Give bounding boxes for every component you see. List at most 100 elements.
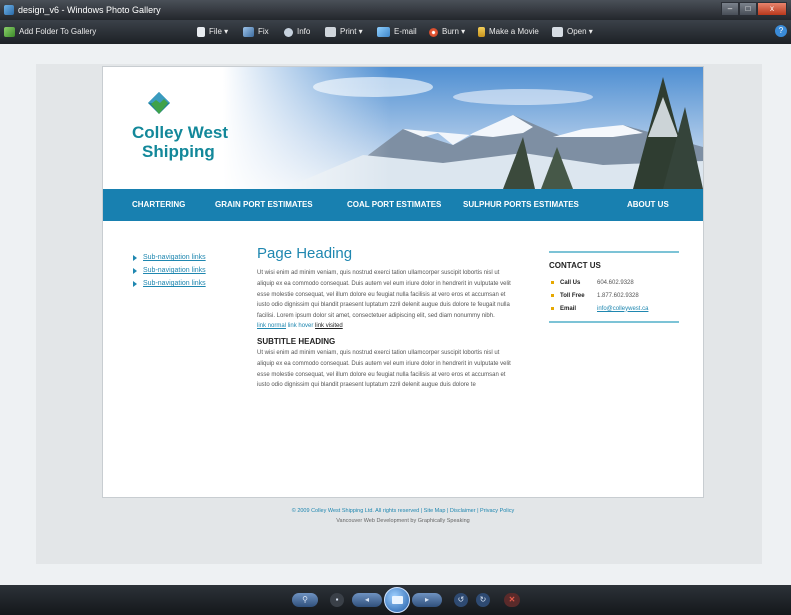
open-label: Open ▾: [567, 27, 593, 36]
site-footer: © 2009 Colley West Shipping Ltd. All rig…: [102, 506, 704, 526]
subnav-link[interactable]: Sub-navigation links: [133, 277, 206, 290]
title-bar: design_v6 - Windows Photo Gallery – □ x: [0, 0, 791, 20]
minimize-button[interactable]: –: [721, 2, 739, 16]
contact-title: CONTACT US: [549, 261, 601, 270]
file-menu-button[interactable]: File ▾: [197, 26, 228, 38]
burn-menu-button[interactable]: Burn ▾: [429, 26, 465, 38]
gallery-toolbar: Add Folder To Gallery File ▾ Fix Info Pr…: [0, 20, 791, 44]
contact-box: CONTACT US Call Us 604.602.9328 Toll Fre…: [549, 251, 679, 323]
triangle-bullet-icon: [133, 254, 137, 261]
fix-icon: [243, 27, 254, 37]
contact-value: 604.602.9328: [597, 279, 634, 286]
contact-row-phone: Call Us 604.602.9328: [549, 276, 679, 289]
slideshow-icon: [392, 596, 403, 604]
company-logo-text: Colley West Shipping: [132, 123, 228, 161]
print-label: Print ▾: [340, 27, 363, 36]
nav-grain-port-estimates[interactable]: GRAIN PORT ESTIMATES: [215, 200, 313, 209]
mountain-photo-banner: [223, 67, 703, 189]
maximize-button[interactable]: □: [739, 2, 757, 16]
zoom-button[interactable]: ⚲: [292, 593, 318, 607]
contact-row-tollfree: Toll Free 1.877.602.9328: [549, 289, 679, 302]
add-folder-button[interactable]: Add Folder To Gallery: [4, 26, 96, 38]
photo-website-mockup: Colley West Shipping CHARTERING GRAIN PO…: [102, 66, 704, 498]
email-link[interactable]: info@colleywest.ca: [597, 306, 648, 312]
info-icon: [284, 27, 293, 37]
triangle-bullet-icon: [133, 280, 137, 287]
footer-credit: Vancouver Web Development by Graphically…: [336, 518, 470, 524]
subnav-link[interactable]: Sub-navigation links: [133, 251, 206, 264]
next-button[interactable]: ▸: [412, 593, 442, 607]
previous-button[interactable]: ◂: [352, 593, 382, 607]
delete-icon: ✕: [508, 595, 516, 604]
rotate-right-icon: ↻: [479, 595, 487, 604]
print-icon: [325, 27, 336, 37]
subnav-label: Sub-navigation links: [143, 267, 206, 274]
rotate-right-button[interactable]: ↻: [476, 593, 490, 607]
file-icon: [197, 27, 205, 37]
nav-chartering[interactable]: CHARTERING: [132, 200, 185, 209]
bullet-icon: [551, 294, 554, 297]
help-icon[interactable]: ?: [775, 25, 787, 37]
open-menu-button[interactable]: Open ▾: [552, 26, 593, 38]
slideshow-button[interactable]: [384, 587, 410, 613]
fix-label: Fix: [258, 27, 269, 36]
info-label: Info: [297, 27, 311, 36]
bullet-icon: [551, 281, 554, 284]
body-paragraph-2: Ut wisi enim ad minim veniam, quis nostr…: [257, 349, 511, 389]
contact-label: Toll Free: [560, 292, 585, 299]
triangle-bullet-icon: [133, 267, 137, 274]
make-movie-label: Make a Movie: [489, 27, 539, 36]
movie-icon: [478, 27, 485, 37]
rotate-left-button[interactable]: ↺: [454, 593, 468, 607]
logo-line-1: Colley West: [132, 123, 229, 142]
nav-sulphur-ports-estimates[interactable]: SULPHUR PORTS ESTIMATES: [463, 200, 579, 209]
fix-button[interactable]: Fix: [243, 26, 269, 38]
info-button[interactable]: Info: [284, 26, 310, 38]
subnav-label: Sub-navigation links: [143, 280, 206, 287]
link-samples: link normal link hover link visited: [257, 323, 513, 329]
open-icon: [552, 27, 563, 37]
window-title: design_v6 - Windows Photo Gallery: [18, 5, 161, 15]
contact-row-email: Email info@colleywest.ca: [549, 302, 679, 315]
file-label: File ▾: [209, 27, 229, 36]
zoom-icon: ⚲: [302, 595, 308, 604]
nav-coal-port-estimates[interactable]: COAL PORT ESTIMATES: [347, 200, 441, 209]
playback-controls-bar: ⚲ ▪ ◂ ▸ ↺ ↻ ✕: [0, 585, 791, 615]
make-movie-button[interactable]: Make a Movie: [478, 26, 539, 38]
previous-icon: ◂: [364, 595, 369, 604]
email-button[interactable]: E-mail: [377, 26, 417, 38]
email-icon: [377, 27, 390, 37]
actual-size-button[interactable]: ▪: [330, 593, 344, 607]
subnav-label: Sub-navigation links: [143, 254, 206, 261]
next-icon: ▸: [424, 595, 429, 604]
body-paragraph: Ut wisi enim ad minim veniam, quis nostr…: [257, 270, 511, 320]
add-folder-label: Add Folder To Gallery: [19, 27, 97, 36]
photo-gallery-app-icon: [4, 5, 14, 15]
burn-label: Burn ▾: [442, 27, 466, 36]
actual-size-icon: ▪: [335, 595, 339, 604]
site-navbar: CHARTERING GRAIN PORT ESTIMATES COAL POR…: [103, 189, 703, 221]
sub-navigation: Sub-navigation links Sub-navigation link…: [133, 251, 206, 290]
nav-about-us[interactable]: ABOUT US: [627, 200, 669, 209]
logo-line-2: Shipping: [142, 142, 215, 161]
delete-button[interactable]: ✕: [504, 593, 520, 607]
burn-disc-icon: [429, 27, 438, 37]
rotate-left-icon: ↺: [457, 595, 465, 604]
link-hover[interactable]: link hover: [288, 323, 314, 329]
link-visited[interactable]: link visited: [315, 323, 343, 329]
main-content: Page Heading Ut wisi enim ad minim venia…: [257, 245, 513, 408]
contact-label: Email: [560, 305, 577, 312]
subnav-link[interactable]: Sub-navigation links: [133, 264, 206, 277]
contact-value: 1.877.602.9328: [597, 292, 639, 299]
email-label: E-mail: [394, 27, 417, 36]
contact-label: Call Us: [560, 279, 581, 286]
print-menu-button[interactable]: Print ▾: [325, 26, 363, 38]
close-button[interactable]: x: [757, 2, 787, 16]
colley-west-logo-icon: [148, 92, 170, 114]
link-normal[interactable]: link normal: [257, 323, 286, 329]
window-controls: – □ x: [721, 2, 787, 16]
add-folder-icon: [4, 27, 15, 37]
page-heading: Page Heading: [257, 245, 353, 262]
footer-links[interactable]: © 2009 Colley West Shipping Ltd. All rig…: [102, 506, 704, 516]
bullet-icon: [551, 307, 554, 310]
